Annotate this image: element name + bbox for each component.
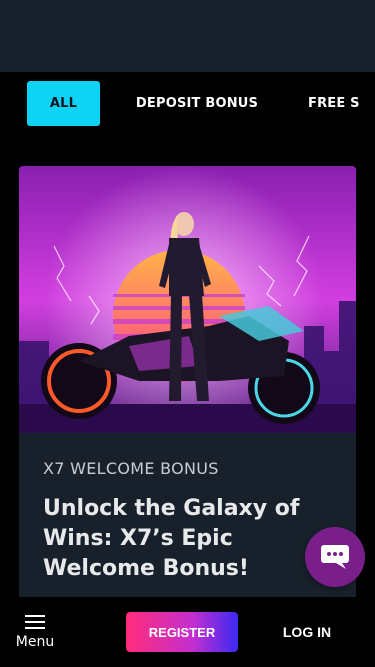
chat-icon [321,545,349,569]
promo-card[interactable]: X7 WELCOME BONUS Unlock the Galaxy of Wi… [19,166,356,606]
hamburger-icon [25,615,45,629]
menu-label: Menu [15,634,55,650]
bottom-nav: Menu REGISTER LOG IN [0,597,375,667]
tab-all[interactable]: ALL [27,81,100,126]
cyberpunk-rider-image [19,166,356,433]
tab-deposit-bonus[interactable]: DEPOSIT BONUS [133,81,261,126]
tab-free-spins[interactable]: FREE S [308,81,375,126]
menu-button[interactable]: Menu [12,614,58,656]
login-button[interactable]: LOG IN [266,612,348,652]
filter-tabs: ALL DEPOSIT BONUS FREE S [0,72,375,136]
register-button[interactable]: REGISTER [126,612,238,652]
promo-image[interactable] [19,166,356,433]
top-header [0,0,375,72]
promo-title[interactable]: Unlock the Galaxy of Wins: X7’s Epic Wel… [43,494,343,584]
chat-button[interactable] [305,527,365,587]
promo-category: X7 WELCOME BONUS [43,459,219,478]
